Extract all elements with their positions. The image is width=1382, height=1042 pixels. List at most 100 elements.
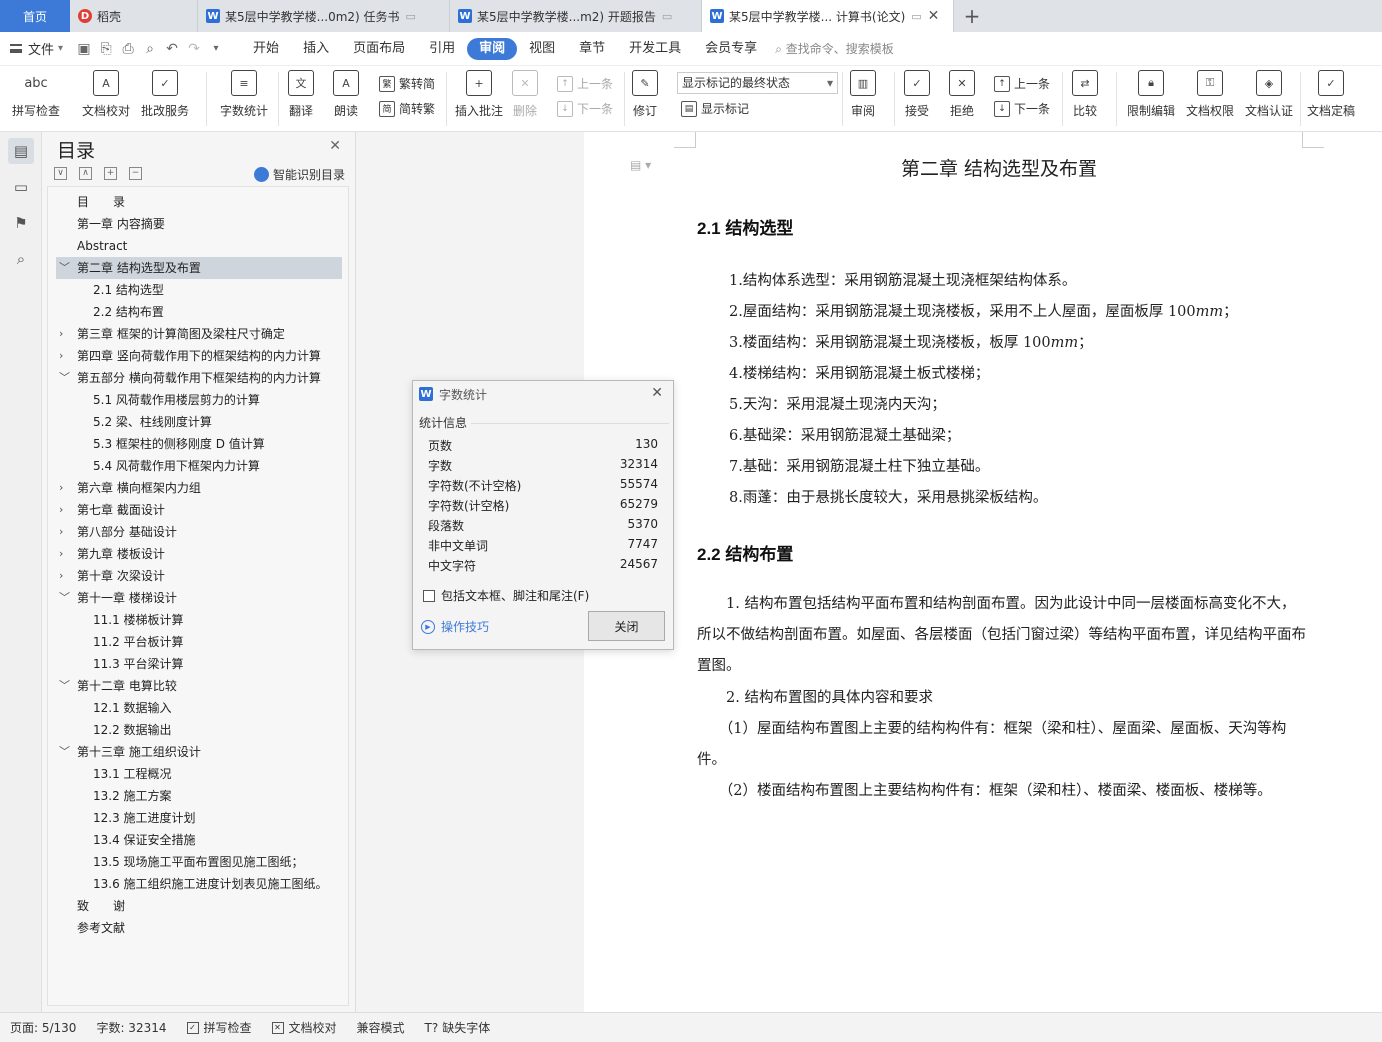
menu-view[interactable]: 视图 [517,38,567,60]
chevron-down-icon[interactable]: ﹀ [59,675,70,697]
toc-item[interactable]: › 第十章 次梁设计 [56,565,342,587]
tab-daoke[interactable]: D 稻壳 [70,0,198,32]
accept-button[interactable]: ✓ 接受 [904,70,930,119]
checkbox-box[interactable] [423,589,435,602]
toc-item[interactable]: › 第三章 框架的计算简图及梁柱尺寸确定 [56,323,342,345]
menu-chapter[interactable]: 章节 [567,38,617,60]
undo-icon[interactable]: ↶ [161,38,183,60]
toc-item[interactable]: 12.1 数据输入 [56,697,342,719]
read-aloud-button[interactable]: A 朗读 [333,70,359,119]
print-preview-icon[interactable]: ⌕ [139,38,161,60]
close-button[interactable]: 关闭 [588,611,665,641]
save-icon[interactable]: ▣ [73,38,95,60]
toc-item[interactable]: ﹀ 第十一章 楼梯设计 [56,587,342,609]
chevron-down-icon[interactable]: ﹀ [59,741,70,763]
chevron-right-icon[interactable]: › [59,477,63,499]
doc-proof-button[interactable]: A 文档校对 [82,70,130,119]
toc-item[interactable]: 致 谢 [56,895,342,917]
toc-item[interactable]: › 第八部分 基础设计 [56,521,342,543]
toc-item[interactable]: 11.2 平台板计算 [56,631,342,653]
toc-item[interactable]: 13.1 工程概况 [56,763,342,785]
approve-service-button[interactable]: ✓ 批改服务 [141,70,189,119]
toc-item[interactable]: 13.4 保证安全措施 [56,829,342,851]
close-icon[interactable]: ✕ [651,385,663,401]
toc-item[interactable]: ﹀ 第十三章 施工组织设计 [56,741,342,763]
menu-developer[interactable]: 开发工具 [617,38,693,60]
command-search[interactable]: ⌕ 查找命令、搜索模板 [775,40,894,57]
next-change-button[interactable]: ↓ 下一条 [994,100,1050,117]
doc-finalize-button[interactable]: ✓ 文档定稿 [1307,70,1355,119]
chevron-down-icon[interactable]: ﹀ [59,257,70,279]
toc-item[interactable]: 11.3 平台梁计算 [56,653,342,675]
chevron-right-icon[interactable]: › [59,499,63,521]
prev-comment-button[interactable]: ↑ 上一条 [557,75,613,92]
chevron-down-icon[interactable]: ﹀ [59,367,70,389]
next-comment-button[interactable]: ↓ 下一条 [557,100,613,117]
menu-start[interactable]: 开始 [241,38,291,60]
restrict-edit-button[interactable]: 🔒︎ 限制编辑 [1127,70,1175,119]
chevron-right-icon[interactable]: › [59,565,63,587]
redo-icon[interactable]: ↷ [183,38,205,60]
close-icon[interactable]: ✕ [329,138,341,154]
toc-item[interactable]: 11.1 楼梯板计算 [56,609,342,631]
track-changes-button[interactable]: ✎ 修订 [632,70,658,119]
review-pane-button[interactable]: ▥ 审阅 [850,70,876,119]
markup-mode-select[interactable]: 显示标记的最终状态 [677,72,838,94]
toc-item[interactable]: › 第四章 竖向荷载作用下的框架结构的内力计算 [56,345,342,367]
collapse-icon[interactable]: ∨ [54,167,67,180]
show-markup-button[interactable]: ▤ 显示标记 [681,100,749,117]
new-tab-button[interactable]: + [954,0,990,32]
chevron-right-icon[interactable]: › [59,345,63,367]
toc-item[interactable]: 第一章 内容摘要 [56,213,342,235]
toc-item[interactable]: ﹀ 第二章 结构选型及布置 [56,257,342,279]
traditional-to-simplified-button[interactable]: 繁 繁转简 [379,75,435,92]
add-heading-icon[interactable]: + [104,167,117,180]
doc-permission-button[interactable]: ⚿ 文档权限 [1186,70,1234,119]
expand-icon[interactable]: ∧ [79,167,92,180]
remove-heading-icon[interactable]: − [129,167,142,180]
toc-item[interactable]: 5.3 框架柱的侧移刚度 D 值计算 [56,433,342,455]
tab-home[interactable]: 首页 [0,0,70,32]
page-indicator[interactable]: 页面: 5/130 [0,1019,86,1036]
toc-item[interactable]: › 第七章 截面设计 [56,499,342,521]
bookmark-icon[interactable]: ⚑ [8,210,34,236]
tab-proposal[interactable]: W 某5层中学教学楼...m2) 开题报告 ▭ [450,0,702,32]
word-count-button[interactable]: ≡ 字数统计 [220,70,268,119]
doc-cert-button[interactable]: ◈ 文档认证 [1245,70,1293,119]
print-icon[interactable]: ⎙ [117,38,139,60]
toc-item[interactable]: 13.2 施工方案 [56,785,342,807]
smart-toc-button[interactable]: 智能识别目录 [253,166,345,183]
menu-member[interactable]: 会员专享 [693,38,769,60]
insert-comment-button[interactable]: + 插入批注 [455,70,503,119]
document-page[interactable]: ▤ ▾ 第二章 结构选型及布置 2.1 结构选型 1.结构体系选型：采用钢筋混凝… [584,132,1382,1012]
delete-comment-button[interactable]: ✕ 删除 [512,70,538,119]
quick-access-more-icon[interactable]: ▾ [205,38,227,60]
toc-item[interactable]: 5.2 梁、柱线刚度计算 [56,411,342,433]
toc-item[interactable]: ﹀ 第五部分 横向荷载作用下框架结构的内力计算 [56,367,342,389]
simplified-to-traditional-button[interactable]: 简 简转繁 [379,100,435,117]
file-menu[interactable]: 文件 ▾ [0,39,73,58]
tab-close-icon[interactable]: ✕ [928,8,940,24]
menu-review[interactable]: 审阅 [467,37,518,60]
toc-item[interactable]: › 第六章 横向框架内力组 [56,477,342,499]
tips-link[interactable]: ▶ 操作技巧 [421,618,489,635]
chevron-right-icon[interactable]: › [59,323,63,345]
toc-item[interactable]: 5.4 风荷载作用下框架内力计算 [56,455,342,477]
toc-nav-icon[interactable]: ▤ [8,138,34,164]
chevron-right-icon[interactable]: › [59,543,63,565]
missing-font-status[interactable]: T? 缺失字体 [415,1019,501,1036]
include-textbox-checkbox[interactable]: 包括文本框、脚注和尾注(F) [423,587,589,604]
translate-button[interactable]: 文 翻译 [288,70,314,119]
tab-thesis[interactable]: W 某5层中学教学楼... 计算书(论文) ▭ ✕ [702,0,954,32]
compare-button[interactable]: ⇄ 比较 [1072,70,1098,119]
toc-item[interactable]: 13.5 现场施工平面布置图见施工图纸； [56,851,342,873]
toc-item[interactable]: 2.1 结构选型 [56,279,342,301]
toc-item[interactable]: Abstract [56,235,342,257]
toc-item[interactable]: 参考文献 [56,917,342,939]
toc-item[interactable]: 5.1 风荷载作用楼层剪力的计算 [56,389,342,411]
export-pdf-icon[interactable]: ⎘ [95,38,117,60]
menu-page-layout[interactable]: 页面布局 [341,38,417,60]
word-count-indicator[interactable]: 字数: 32314 [86,1019,176,1036]
chevron-right-icon[interactable]: › [59,521,63,543]
toc-item[interactable]: 12.2 数据输出 [56,719,342,741]
